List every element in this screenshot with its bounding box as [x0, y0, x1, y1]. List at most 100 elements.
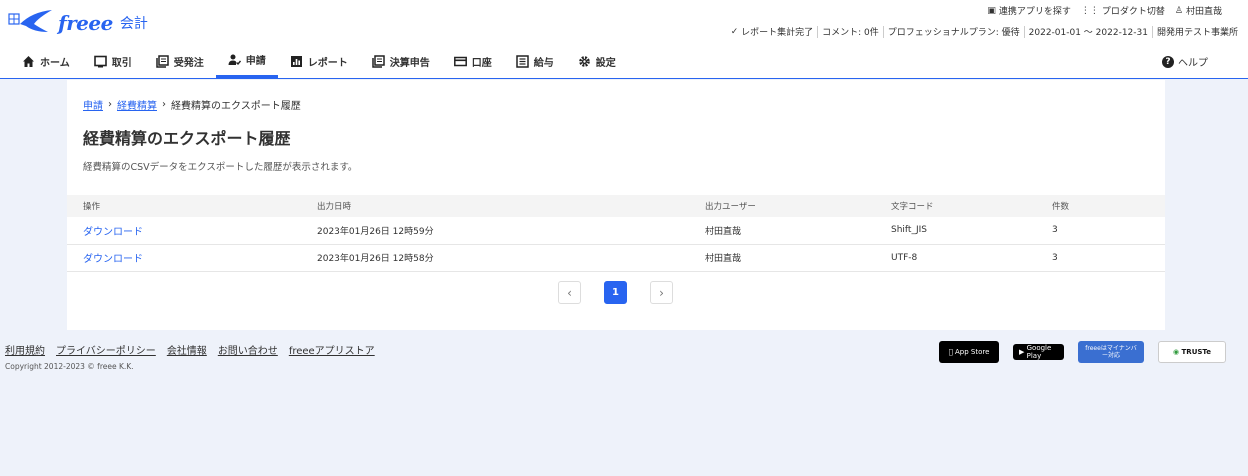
freee-logo[interactable]: freee 会計 — [8, 8, 148, 38]
terms-link[interactable]: 利用規約 — [5, 342, 45, 357]
column-date: 出力日時 — [301, 195, 689, 217]
nav-home-label: ホーム — [40, 57, 70, 69]
google-play-badge[interactable]: ▶ Google Play — [1013, 344, 1064, 360]
main-content: 申請 › 経費精算 › 経費精算のエクスポート履歴 経費精算のエクスポート履歴 … — [67, 80, 1165, 330]
table-row: ダウンロード 2023年01月26日 12時59分 村田直哉 Shift_JIS… — [67, 217, 1165, 245]
nav-transactions-label: 取引 — [111, 57, 132, 69]
plan-label: プロフェッショナルプラン: 優待 — [887, 28, 1020, 38]
product-switch-label: プロダクト切替 — [1101, 7, 1165, 17]
nav-closing-label: 決算申告 — [389, 57, 430, 69]
footer-badges:  App Store ▶ Google Play freeeはマイナンバー対応… — [939, 341, 1226, 363]
copyright: Copyright 2012-2023 © freee K.K. — [5, 362, 134, 371]
table-row: ダウンロード 2023年01月26日 12時58分 村田直哉 UTF-8 3 — [67, 244, 1165, 272]
nav-accounts-label: 口座 — [471, 57, 492, 69]
card-icon — [453, 56, 467, 66]
chevron-right-icon: › — [162, 99, 166, 110]
breadcrumb-expense[interactable]: 経費精算 — [117, 97, 157, 112]
monitor-icon — [93, 55, 107, 67]
privacy-link[interactable]: プライバシーポリシー — [56, 342, 156, 357]
nav-accounts[interactable]: 口座 — [442, 44, 504, 78]
row-date: 2023年01月26日 12時58分 — [301, 244, 689, 272]
contact-link[interactable]: お問い合わせ — [218, 342, 278, 357]
breadcrumb: 申請 › 経費精算 › 経費精算のエクスポート履歴 — [83, 97, 301, 112]
question-icon: ? — [1162, 55, 1174, 68]
row-encoding: UTF-8 — [875, 244, 1036, 272]
app-store-link[interactable]: freeeアプリストア — [289, 342, 375, 357]
truste-badge[interactable]: ◉ TRUSTe — [1158, 341, 1226, 363]
find-apps-link[interactable]: ▣ 連携アプリを探す — [987, 4, 1071, 18]
grid-icon: ⋮⋮ — [1080, 5, 1099, 16]
play-icon: ▶ — [1019, 348, 1027, 356]
company-link[interactable]: 会社情報 — [167, 342, 207, 357]
docs-icon — [371, 54, 385, 68]
comment-count[interactable]: コメント: 0件 — [822, 25, 879, 38]
user-icon: ♙ — [1174, 5, 1183, 16]
mynumber-badge[interactable]: freeeはマイナンバー対応 — [1078, 341, 1144, 363]
nav-reports[interactable]: レポート — [278, 44, 360, 78]
help-link[interactable]: ? ヘルプ — [1162, 54, 1208, 69]
nav-orders-label: 受発注 — [173, 57, 204, 69]
top-links: ▣ 連携アプリを探す ⋮⋮ プロダクト切替 ♙ 村田直哉 — [987, 4, 1222, 18]
row-user: 村田直哉 — [689, 217, 875, 245]
row-user: 村田直哉 — [689, 244, 875, 272]
home-icon — [23, 55, 34, 67]
row-encoding: Shift_JIS — [875, 217, 1036, 245]
docs-icon — [155, 54, 169, 68]
header: freee 会計 ▣ 連携アプリを探す ⋮⋮ プロダクト切替 ♙ 村田直哉 ✓ … — [0, 0, 1248, 79]
export-history-table: 操作 出力日時 出力ユーザー 文字コード 件数 ダウンロード 2023年01月2… — [67, 195, 1165, 272]
fiscal-period[interactable]: 2022-01-01 ～ 2022-12-31 — [1029, 25, 1148, 38]
gear-icon — [578, 55, 590, 67]
store-icon: ▣ — [987, 5, 996, 16]
user-menu-link[interactable]: ♙ 村田直哉 — [1174, 4, 1222, 18]
footer-links: 利用規約 プライバシーポリシー 会社情報 お問い合わせ freeeアプリストア — [5, 342, 375, 357]
chevron-right-icon: › — [659, 285, 664, 300]
page-1-button[interactable]: 1 — [604, 281, 627, 304]
find-apps-label: 連携アプリを探す — [998, 7, 1071, 17]
nav-payroll-label: 給与 — [533, 57, 554, 69]
row-date: 2023年01月26日 12時59分 — [301, 217, 689, 245]
mynumber-badge-label: freeeはマイナンバー対応 — [1085, 345, 1137, 359]
main-nav: ホーム 取引 受発注 申請 レポート 決算申告 口座 給与 設定 — [10, 44, 628, 78]
chevron-right-icon: › — [108, 99, 112, 110]
nav-settings-label: 設定 — [595, 57, 616, 69]
row-count: 3 — [1036, 244, 1165, 272]
user-name-label: 村田直哉 — [1185, 7, 1222, 17]
app-store-badge-label: App Store — [952, 348, 989, 356]
column-count: 件数 — [1036, 195, 1165, 217]
breadcrumb-approval[interactable]: 申請 — [83, 97, 103, 112]
app-store-badge[interactable]:  App Store — [939, 341, 999, 363]
office-name[interactable]: 開発用テスト事業所 — [1157, 25, 1238, 38]
nav-approval[interactable]: 申請 — [215, 44, 278, 78]
help-label: ヘルプ — [1178, 58, 1208, 69]
prev-page-button[interactable]: ‹ — [558, 281, 581, 304]
nav-home[interactable]: ホーム — [10, 44, 82, 78]
nav-reports-label: レポート — [307, 57, 348, 69]
status-bar: ✓ レポート集計完了 コメント: 0件 プロフェッショナルプラン: 優待 202… — [731, 25, 1238, 38]
download-link[interactable]: ダウンロード — [83, 227, 143, 238]
next-page-button[interactable]: › — [650, 281, 673, 304]
nav-settings[interactable]: 設定 — [566, 44, 628, 78]
logo-text: freee — [58, 11, 113, 35]
nav-closing[interactable]: 決算申告 — [360, 44, 442, 78]
column-action: 操作 — [67, 195, 301, 217]
download-link[interactable]: ダウンロード — [83, 254, 143, 265]
google-play-badge-label: Google Play — [1026, 344, 1052, 360]
nav-payroll[interactable]: 給与 — [504, 44, 566, 78]
page-description: 経費精算のCSVデータをエクスポートした履歴が表示されます。 — [83, 162, 358, 173]
column-user: 出力ユーザー — [689, 195, 875, 217]
table-header-row: 操作 出力日時 出力ユーザー 文字コード 件数 — [67, 195, 1165, 217]
page-title: 経費精算のエクスポート履歴 — [83, 129, 291, 148]
freee-bird-icon — [8, 10, 52, 32]
logo-sub: 会計 — [119, 16, 148, 32]
pagination: ‹ 1 › — [558, 281, 673, 304]
nav-transactions[interactable]: 取引 — [82, 44, 144, 78]
product-switch-link[interactable]: ⋮⋮ プロダクト切替 — [1080, 4, 1165, 18]
breadcrumb-current: 経費精算のエクスポート履歴 — [171, 101, 301, 112]
nav-orders[interactable]: 受発注 — [144, 44, 216, 78]
check-icon: ✓ — [730, 26, 742, 37]
row-count: 3 — [1036, 217, 1165, 245]
chart-icon — [290, 55, 302, 67]
list-icon — [515, 54, 529, 68]
report-status: レポート集計完了 — [741, 28, 814, 38]
truste-seal-icon: ◉ — [1172, 348, 1182, 356]
